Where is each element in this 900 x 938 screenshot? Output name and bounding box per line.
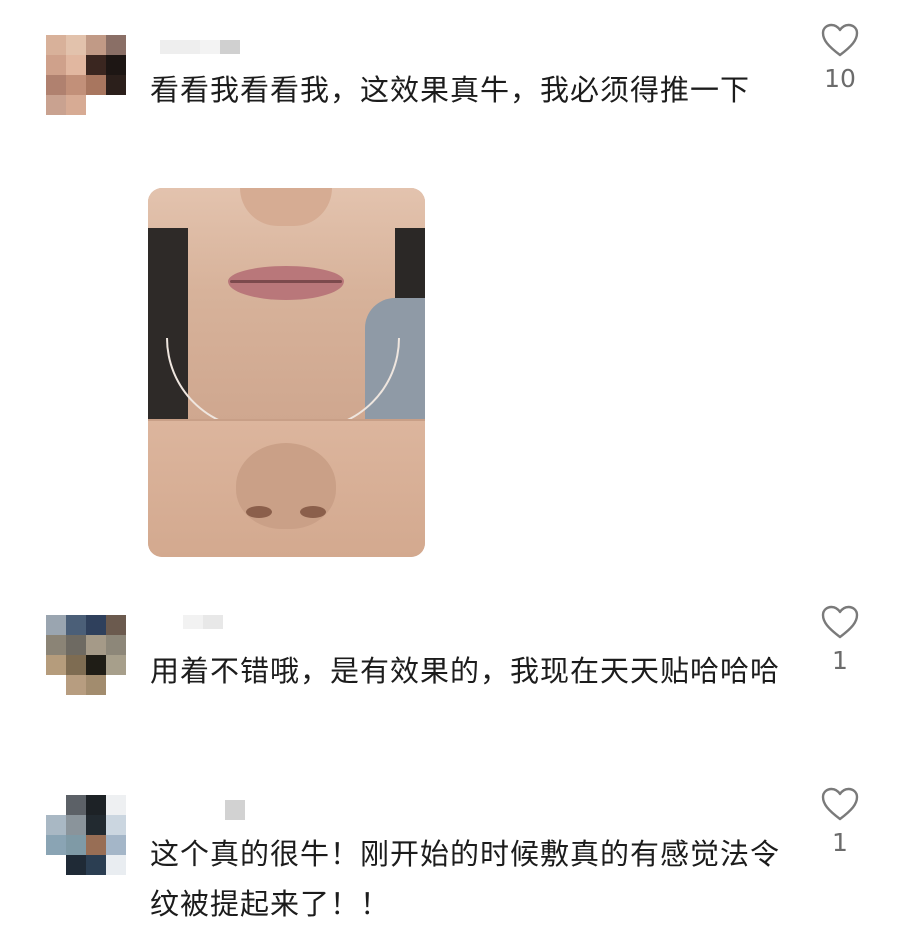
avatar-pixel [86,55,106,75]
avatar-pixel [66,655,86,675]
avatar-pixel [46,615,66,635]
heart-outline-icon[interactable] [820,22,860,58]
avatar-pixel [66,835,86,855]
avatar-pixel [46,855,66,875]
username-blurred[interactable] [183,615,223,629]
avatar-pixel [66,615,86,635]
username-pixel [200,40,220,54]
avatar-pixel [46,635,66,655]
heart-outline-icon[interactable] [820,604,860,640]
comment-image[interactable] [148,188,425,557]
avatar-pixel [106,815,126,835]
username-pixel [203,615,223,629]
avatar-pixel [106,615,126,635]
username-pixel [220,40,240,54]
like-count: 10 [824,64,856,93]
username-pixel [160,40,200,54]
avatar-pixel [86,35,106,55]
avatar-pixel [46,35,66,55]
avatar-pixel [106,855,126,875]
avatar-pixel [86,635,106,655]
avatar-pixel [66,635,86,655]
avatar-pixel [106,655,126,675]
avatar-pixel [106,95,126,115]
avatar-pixel [106,75,126,95]
comment-text: 用着不错哦，是有效果的，我现在天天贴哈哈哈 [150,654,781,688]
avatar-pixel [86,815,106,835]
avatar[interactable] [46,795,126,875]
avatar-pixel [66,95,86,115]
avatar-pixel [106,675,126,695]
avatar-pixel [66,815,86,835]
avatar[interactable] [46,615,126,695]
username-blurred[interactable] [205,800,245,820]
username-pixel [225,800,245,820]
avatar-pixel [46,75,66,95]
like-button[interactable]: 1 [818,604,862,676]
avatar-pixel [86,95,106,115]
heart-outline-icon[interactable] [820,786,860,822]
comment-text: 看看我看看我，这效果真牛，我必须得推一下 [150,73,751,107]
avatar-pixel [86,675,106,695]
comment-text: 这个真的很牛！刚开始的时候敷真的有感觉法令纹被提起来了！！ [150,837,781,921]
username-pixel [183,615,203,629]
like-button[interactable]: 10 [818,22,862,94]
avatar-pixel [46,95,66,115]
avatar-pixel [46,655,66,675]
avatar-pixel [106,795,126,815]
like-button[interactable]: 1 [818,786,862,858]
avatar-pixel [66,55,86,75]
avatar-pixel [46,55,66,75]
username-blurred[interactable] [160,40,240,54]
avatar-pixel [46,795,66,815]
avatar-pixel [86,75,106,95]
avatar-pixel [86,615,106,635]
avatar-pixel [106,55,126,75]
avatar-pixel [46,835,66,855]
avatar-pixel [86,655,106,675]
avatar-pixel [86,855,106,875]
username-pixel [205,800,225,820]
avatar-pixel [46,815,66,835]
avatar-pixel [86,795,106,815]
avatar-pixel [66,675,86,695]
avatar-pixel [106,35,126,55]
avatar-pixel [66,75,86,95]
avatar-pixel [66,35,86,55]
avatar-pixel [106,635,126,655]
avatar-pixel [66,795,86,815]
avatar-pixel [46,675,66,695]
like-count: 1 [832,828,848,857]
avatar-pixel [86,835,106,855]
like-count: 1 [832,646,848,675]
avatar-pixel [106,835,126,855]
avatar[interactable] [46,35,126,115]
avatar-pixel [66,855,86,875]
